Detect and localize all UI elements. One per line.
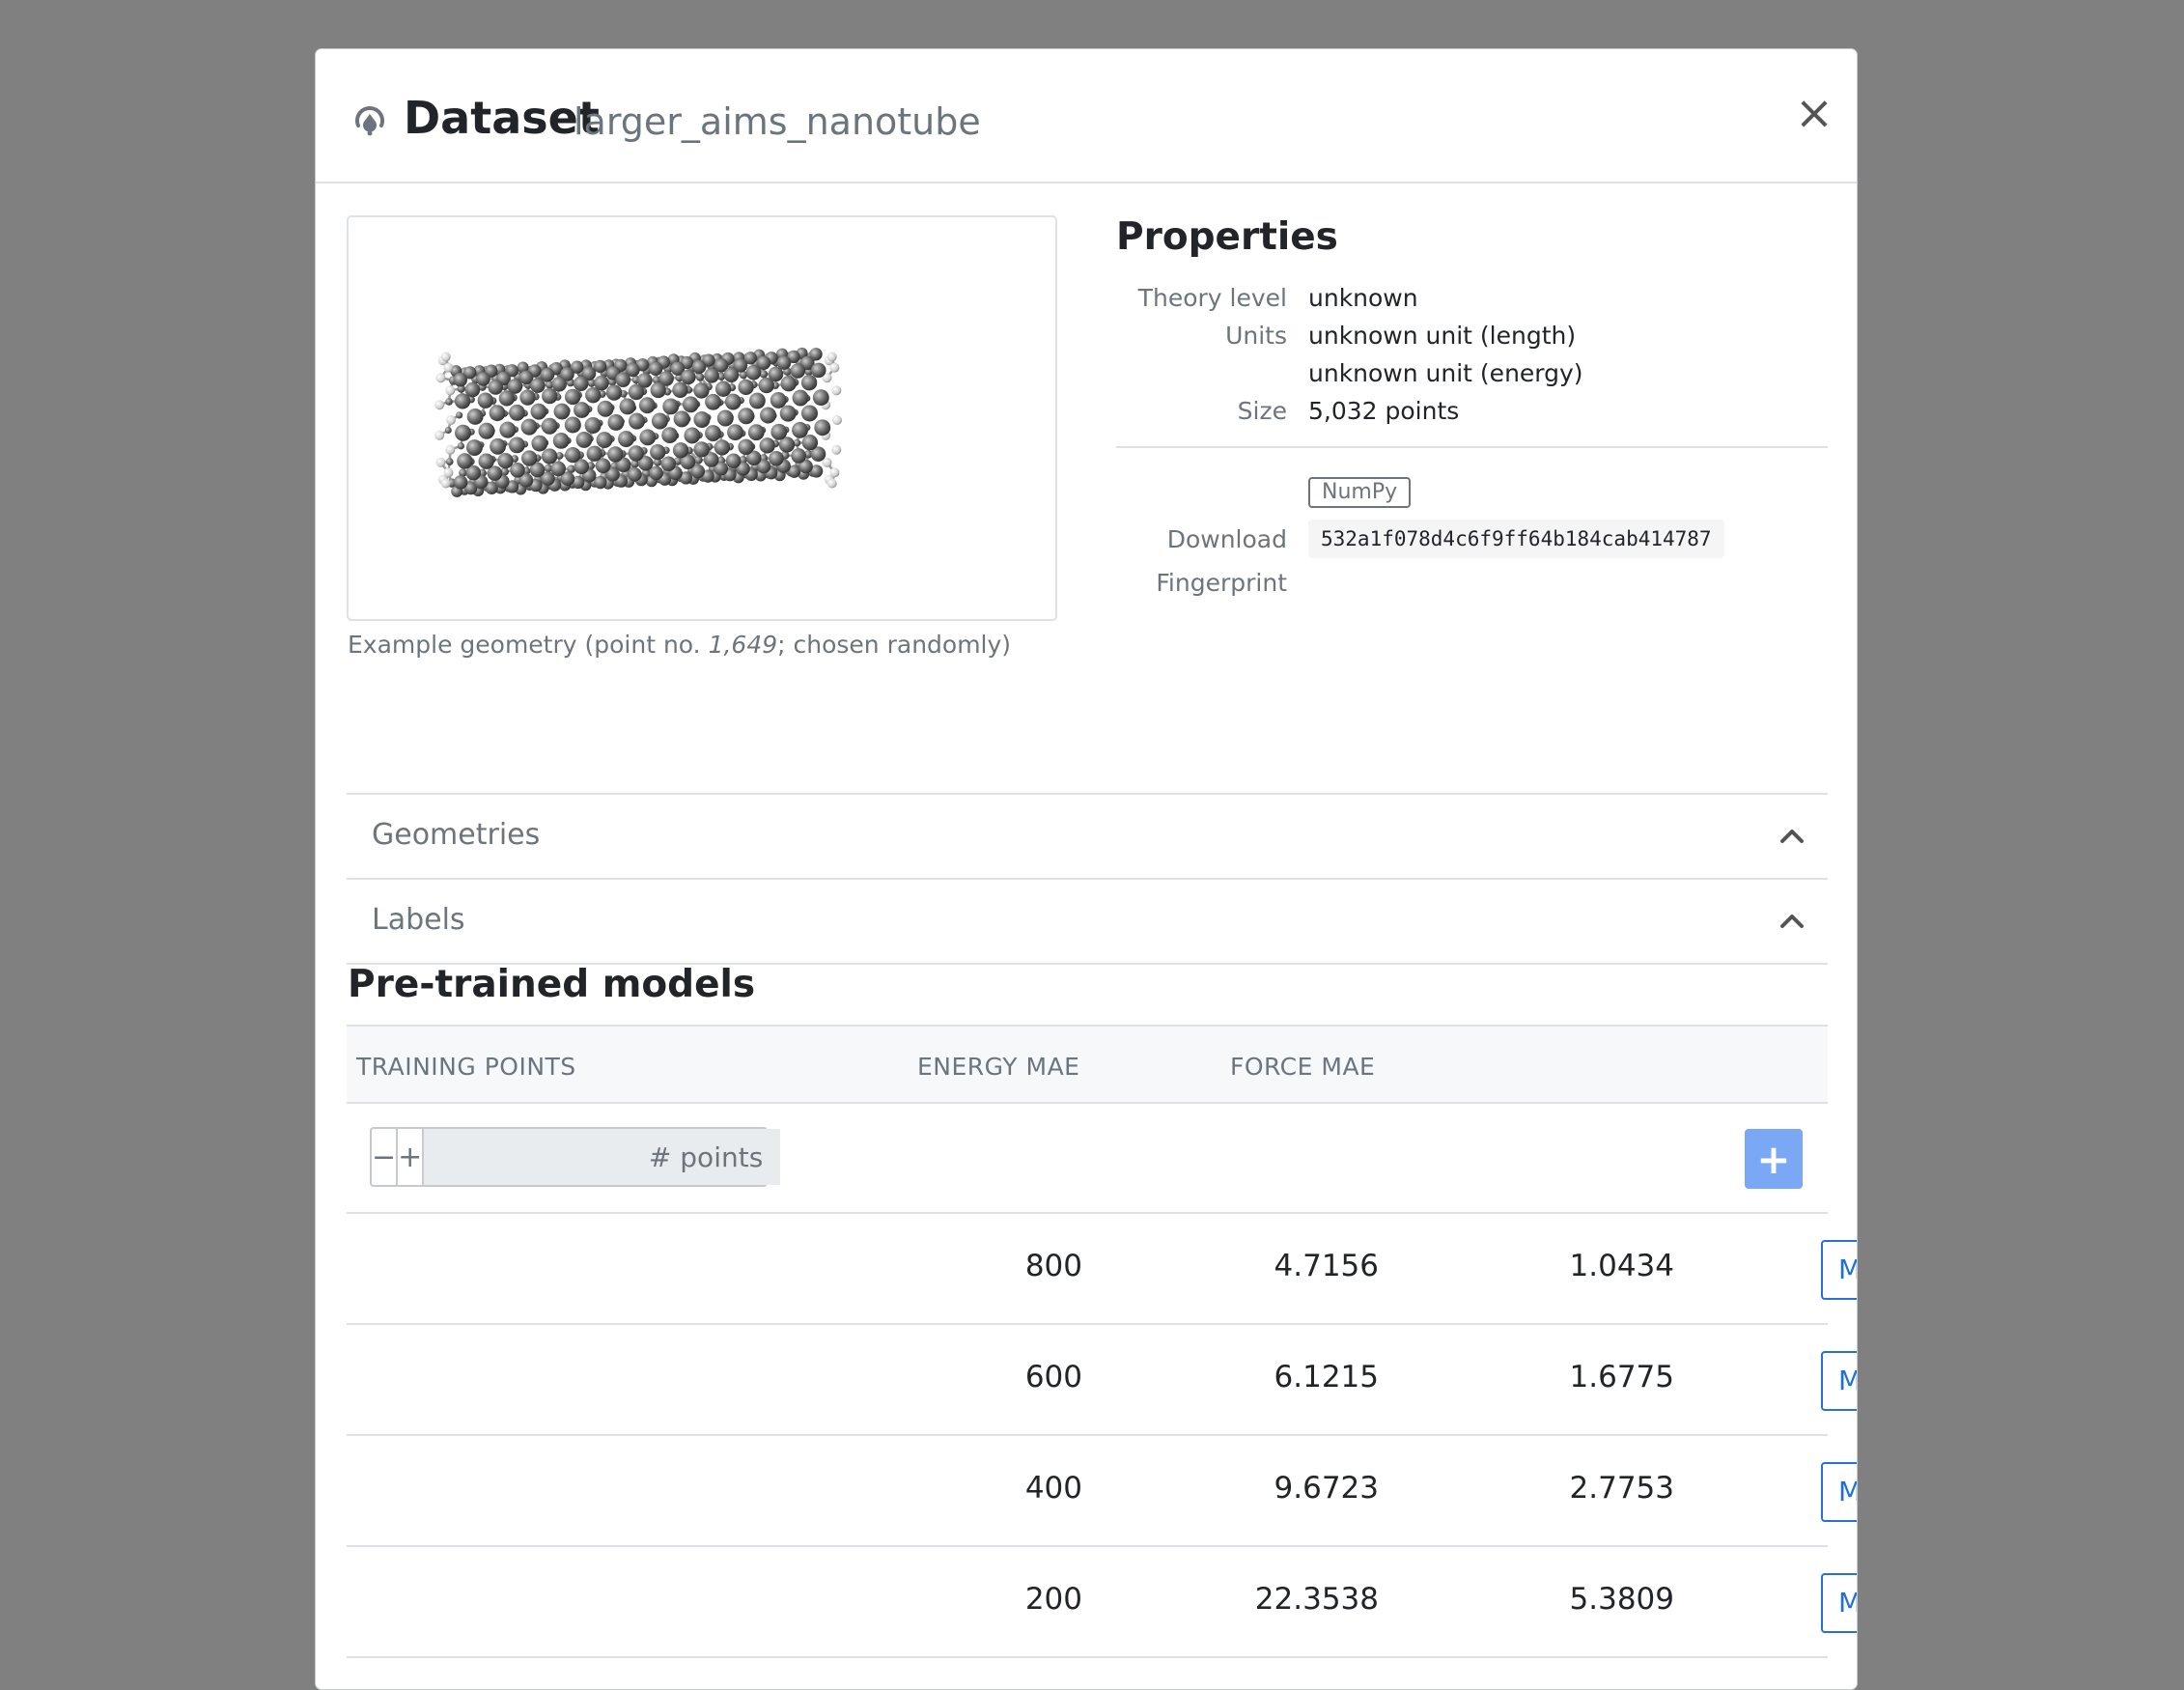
model-row: 6006.12151.6775ModelTraining Log <box>347 1325 1828 1436</box>
theory-level-value: unknown <box>1308 284 1418 312</box>
caption-suffix: ; chosen randomly) <box>777 631 1011 659</box>
theory-level-label: Theory level <box>1138 284 1287 312</box>
model-download-button[interactable]: Model <box>1821 1462 1858 1522</box>
force-mae-cell: 5.3809 <box>1570 1582 1674 1617</box>
training-points-cell: 800 <box>1025 1249 1082 1283</box>
training-points-cell: 200 <box>1025 1582 1082 1617</box>
properties-title: Properties <box>1116 215 1338 259</box>
chevron-up-icon <box>1778 824 1806 847</box>
modal-header: Dataset larger_aims_nanotube × <box>316 49 1857 183</box>
column-energy-mae: ENERGY MAE <box>917 1053 1079 1081</box>
energy-mae-cell: 9.6723 <box>1274 1471 1379 1506</box>
training-points-cell: 400 <box>1025 1471 1082 1506</box>
training-points-cell: 600 <box>1025 1360 1082 1394</box>
download-label: Download <box>1167 525 1287 553</box>
accordion-label: Labels <box>372 903 465 937</box>
modal-title: Dataset <box>404 92 600 144</box>
add-model-button[interactable]: + <box>1745 1129 1803 1189</box>
molecule-render <box>349 217 1055 619</box>
units-length-value: unknown unit (length) <box>1308 322 1576 350</box>
force-mae-cell: 1.0434 <box>1570 1249 1674 1283</box>
model-download-button[interactable]: Model <box>1821 1351 1858 1411</box>
dataset-name: larger_aims_nanotube <box>574 100 981 143</box>
units-label: Units <box>1225 322 1287 350</box>
chevron-up-icon <box>1778 909 1806 932</box>
train-control-row: − + + <box>347 1104 1828 1214</box>
caption-prefix: Example geometry (point no. <box>348 631 709 659</box>
dataset-icon <box>350 100 389 139</box>
model-row: 20022.35385.3809ModelTraining Log <box>347 1547 1828 1658</box>
size-value: 5,032 points <box>1308 397 1459 425</box>
close-button[interactable]: × <box>1793 92 1835 134</box>
decrement-button[interactable]: − <box>372 1129 398 1185</box>
numpy-download-button[interactable]: NumPy <box>1308 477 1411 508</box>
column-training-points: TRAINING POINTS <box>356 1053 576 1081</box>
accordion-label: Geometries <box>372 818 540 852</box>
model-download-button[interactable]: Model <box>1821 1573 1858 1633</box>
energy-mae-cell: 4.7156 <box>1274 1249 1379 1283</box>
pretrained-models-title: Pre-trained models <box>348 963 755 1006</box>
model-actions: ModelTraining Log <box>1821 1462 1858 1522</box>
fingerprint-label: Fingerprint <box>1156 569 1287 597</box>
units-energy-value: unknown unit (energy) <box>1308 359 1583 387</box>
close-icon: × <box>1795 90 1834 136</box>
points-stepper: − + <box>370 1127 768 1187</box>
geometry-viewer[interactable] <box>347 215 1057 621</box>
model-actions: ModelTraining Log <box>1821 1351 1858 1411</box>
dataset-modal: Dataset larger_aims_nanotube × Example g… <box>315 48 1858 1690</box>
size-label: Size <box>1238 397 1287 425</box>
energy-mae-cell: 6.1215 <box>1274 1360 1379 1394</box>
energy-mae-cell: 22.3538 <box>1255 1582 1379 1617</box>
accordion-geometries[interactable]: Geometries <box>347 793 1828 878</box>
column-force-mae: FORCE MAE <box>1230 1053 1375 1081</box>
accordion-labels[interactable]: Labels <box>347 878 1828 965</box>
geometry-caption: Example geometry (point no. 1,649; chose… <box>348 631 1011 659</box>
force-mae-cell: 1.6775 <box>1570 1360 1674 1394</box>
increment-button[interactable]: + <box>398 1129 424 1185</box>
models-table-header: TRAINING POINTS ENERGY MAE FORCE MAE <box>347 1025 1828 1104</box>
properties-divider <box>1116 446 1828 448</box>
force-mae-cell: 2.7753 <box>1570 1471 1674 1506</box>
model-row: 4009.67232.7753ModelTraining Log <box>347 1436 1828 1547</box>
point-number: 1,649 <box>709 631 778 659</box>
model-actions: ModelTraining Log <box>1821 1240 1858 1300</box>
model-actions: ModelTraining Log <box>1821 1573 1858 1633</box>
model-download-button[interactable]: Model <box>1821 1240 1858 1300</box>
points-input[interactable] <box>424 1129 780 1185</box>
model-row: 8004.71561.0434ModelTraining Log <box>347 1214 1828 1325</box>
plus-icon: + <box>1756 1136 1790 1183</box>
fingerprint-value: 532a1f078d4c6f9ff64b184cab414787 <box>1308 520 1724 558</box>
